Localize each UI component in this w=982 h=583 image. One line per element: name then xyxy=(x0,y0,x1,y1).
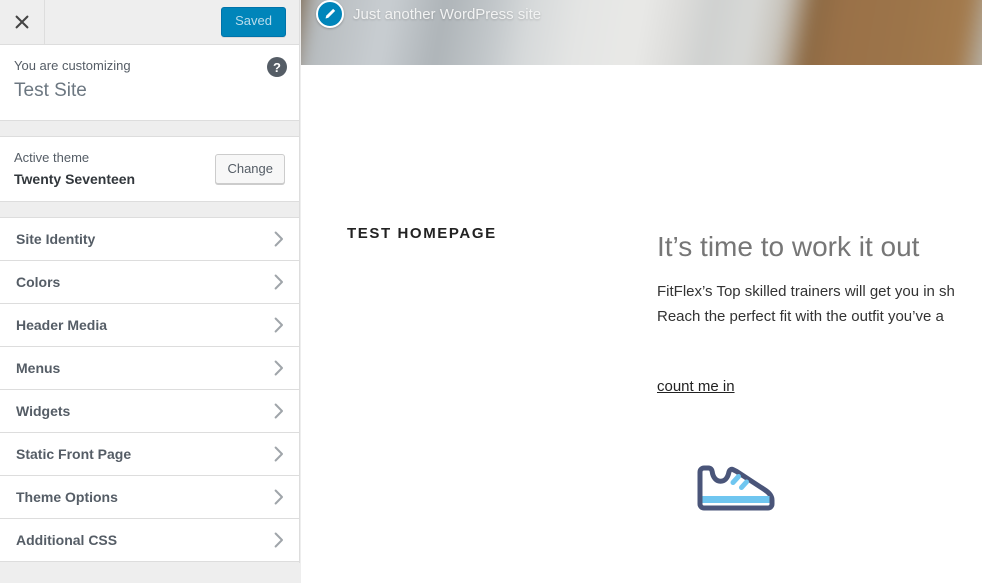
chevron-right-icon xyxy=(274,231,284,247)
pencil-edit-icon[interactable] xyxy=(316,0,344,28)
content-paragraph-line-1: FitFlex’s Top skilled trainers will get … xyxy=(657,283,955,300)
chevron-right-icon xyxy=(274,274,284,290)
sidebar-item-header-media[interactable]: Header Media xyxy=(0,304,299,347)
sidebar-item-label: Header Media xyxy=(16,317,108,333)
count-me-in-link[interactable]: count me in xyxy=(657,378,735,395)
change-theme-button[interactable]: Change xyxy=(215,154,285,184)
content-heading: It’s time to work it out xyxy=(657,231,920,262)
close-customizer-button[interactable] xyxy=(0,0,45,44)
header-spacer xyxy=(45,0,222,44)
sidebar-gap-sections xyxy=(0,202,299,217)
active-theme-name: Twenty Seventeen xyxy=(14,170,136,187)
sidebar-item-site-identity[interactable]: Site Identity xyxy=(0,218,299,261)
site-tagline: Just another WordPress site xyxy=(353,5,542,23)
save-button-wrap: Saved xyxy=(221,0,299,44)
customizer-section-list: Site Identity Colors Header Media Menus xyxy=(0,217,299,562)
chevron-right-icon xyxy=(274,489,284,505)
sidebar-item-label: Menus xyxy=(16,360,61,376)
sidebar-item-menus[interactable]: Menus xyxy=(0,347,299,390)
sidebar-item-static-front-page[interactable]: Static Front Page xyxy=(0,433,299,476)
content-paragraph: FitFlex’s Top skilled trainers will get … xyxy=(657,280,982,330)
close-icon xyxy=(15,15,29,29)
sidebar-item-label: Widgets xyxy=(16,403,71,419)
preview-body: TEST HOMEPAGE It’s time to work it out F… xyxy=(301,65,982,583)
chevron-right-icon xyxy=(274,446,284,462)
customizing-eyebrow: You are customizing xyxy=(14,58,131,73)
sidebar-item-colors[interactable]: Colors xyxy=(0,261,299,304)
active-theme-texts: Active theme Twenty Seventeen xyxy=(14,149,135,189)
chevron-right-icon xyxy=(274,403,284,419)
sidebar-item-label: Theme Options xyxy=(16,489,118,505)
content-paragraph-line-2: Reach the perfect fit with the outfit yo… xyxy=(657,307,944,325)
sidebar-bottom-strip xyxy=(0,563,301,583)
sidebar-item-label: Static Front Page xyxy=(16,446,132,462)
customizer-header-bar: Saved xyxy=(0,0,299,45)
customizer-sidebar: Saved You are customizing Test Site ? Ac… xyxy=(0,0,300,563)
save-button[interactable]: Saved xyxy=(221,7,286,37)
customizer-screen: Saved You are customizing Test Site ? Ac… xyxy=(0,0,982,583)
help-icon[interactable]: ? xyxy=(267,57,287,77)
panel-title: TEST HOMEPAGE xyxy=(347,225,497,242)
sidebar-item-widgets[interactable]: Widgets xyxy=(0,390,299,433)
sneaker-icon xyxy=(695,463,779,518)
header-branding-row: Just another WordPress site xyxy=(301,0,541,28)
sidebar-item-label: Site Identity xyxy=(16,231,96,247)
active-theme-label: Active theme xyxy=(14,149,90,165)
sidebar-item-label: Additional CSS xyxy=(16,532,118,548)
sidebar-item-theme-options[interactable]: Theme Options xyxy=(0,476,299,519)
chevron-right-icon xyxy=(274,360,284,376)
sidebar-item-additional-css[interactable]: Additional CSS xyxy=(0,519,299,562)
site-preview-pane[interactable]: Just another WordPress site TEST HOMEPAG… xyxy=(301,0,982,583)
sidebar-gap-top xyxy=(0,121,299,136)
customizing-info-block: You are customizing Test Site ? xyxy=(0,45,299,121)
chevron-right-icon xyxy=(274,532,284,548)
active-theme-block: Active theme Twenty Seventeen Change xyxy=(0,136,299,202)
chevron-right-icon xyxy=(274,317,284,333)
site-header-image: Just another WordPress site xyxy=(301,0,982,65)
customizing-site-title: Test Site xyxy=(14,79,87,101)
sidebar-item-label: Colors xyxy=(16,274,61,290)
